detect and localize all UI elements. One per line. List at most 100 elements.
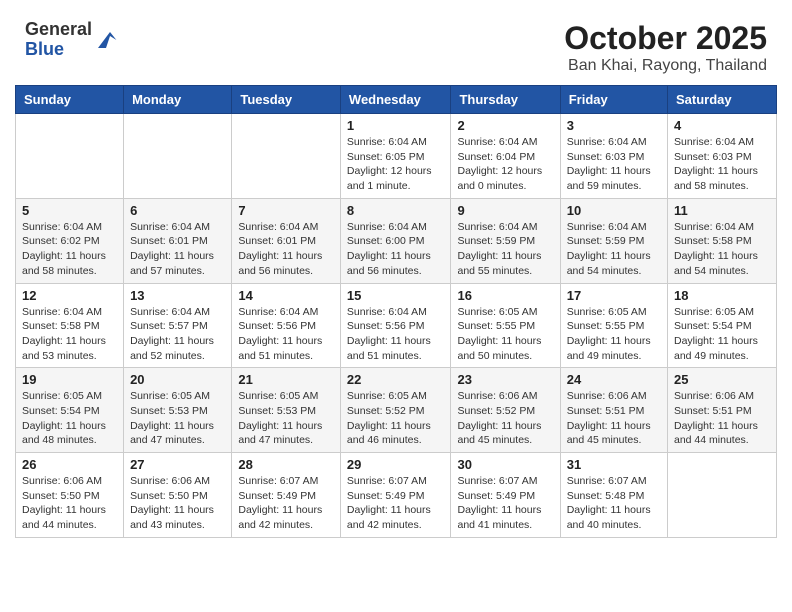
calendar-title: October 2025: [564, 20, 767, 57]
day-info: Sunrise: 6:04 AM Sunset: 5:56 PM Dayligh…: [347, 305, 445, 364]
day-number: 13: [130, 288, 225, 303]
day-info: Sunrise: 6:07 AM Sunset: 5:49 PM Dayligh…: [347, 474, 445, 533]
calendar-week-1: 1Sunrise: 6:04 AM Sunset: 6:05 PM Daylig…: [16, 114, 777, 199]
day-info: Sunrise: 6:05 AM Sunset: 5:53 PM Dayligh…: [238, 389, 334, 448]
day-info: Sunrise: 6:04 AM Sunset: 5:58 PM Dayligh…: [674, 220, 770, 279]
day-info: Sunrise: 6:07 AM Sunset: 5:49 PM Dayligh…: [457, 474, 553, 533]
day-info: Sunrise: 6:04 AM Sunset: 6:04 PM Dayligh…: [457, 135, 553, 194]
day-number: 1: [347, 118, 445, 133]
day-number: 15: [347, 288, 445, 303]
day-info: Sunrise: 6:04 AM Sunset: 5:56 PM Dayligh…: [238, 305, 334, 364]
day-info: Sunrise: 6:05 AM Sunset: 5:55 PM Dayligh…: [567, 305, 661, 364]
calendar-cell: 17 Sunrise: 6:05 AM Sunset: 5:55 PM Dayli…: [560, 283, 667, 368]
calendar-cell: 21Sunrise: 6:05 AM Sunset: 5:53 PM Dayli…: [232, 368, 341, 453]
day-number: 10: [567, 203, 661, 218]
day-info: Sunrise: 6:05 AM Sunset: 5:53 PM Dayligh…: [130, 389, 225, 448]
calendar-cell: 6 Sunrise: 6:04 AM Sunset: 6:01 PM Daylig…: [124, 198, 232, 283]
day-info: Sunrise: 6:04 AM Sunset: 6:00 PM Dayligh…: [347, 220, 445, 279]
weekday-header-monday: Monday: [124, 86, 232, 114]
calendar-cell: 13 Sunrise: 6:04 AM Sunset: 5:57 PM Dayli…: [124, 283, 232, 368]
calendar-week-3: 12 Sunrise: 6:04 AM Sunset: 5:58 PM Dayli…: [16, 283, 777, 368]
calendar-cell: 4Sunrise: 6:04 AM Sunset: 6:03 PM Daylig…: [668, 114, 777, 199]
day-number: 22: [347, 372, 445, 387]
day-number: 16: [457, 288, 553, 303]
calendar-cell: 20 Sunrise: 6:05 AM Sunset: 5:53 PM Dayli…: [124, 368, 232, 453]
day-number: 24: [567, 372, 661, 387]
day-number: 27: [130, 457, 225, 472]
day-info: Sunrise: 6:06 AM Sunset: 5:50 PM Dayligh…: [130, 474, 225, 533]
day-number: 29: [347, 457, 445, 472]
calendar-cell: 27 Sunrise: 6:06 AM Sunset: 5:50 PM Dayli…: [124, 453, 232, 538]
day-number: 9: [457, 203, 553, 218]
day-number: 8: [347, 203, 445, 218]
day-number: 25: [674, 372, 770, 387]
calendar-cell: 29 Sunrise: 6:07 AM Sunset: 5:49 PM Dayli…: [340, 453, 451, 538]
logo-blue: Blue: [25, 40, 92, 60]
day-info: Sunrise: 6:04 AM Sunset: 5:59 PM Dayligh…: [457, 220, 553, 279]
day-number: 7: [238, 203, 334, 218]
weekday-header-friday: Friday: [560, 86, 667, 114]
calendar-week-4: 19 Sunrise: 6:05 AM Sunset: 5:54 PM Dayli…: [16, 368, 777, 453]
day-info: Sunrise: 6:06 AM Sunset: 5:52 PM Dayligh…: [457, 389, 553, 448]
day-number: 18: [674, 288, 770, 303]
calendar-cell: [124, 114, 232, 199]
day-info: Sunrise: 6:04 AM Sunset: 5:57 PM Dayligh…: [130, 305, 225, 364]
day-info: Sunrise: 6:06 AM Sunset: 5:51 PM Dayligh…: [674, 389, 770, 448]
day-info: Sunrise: 6:05 AM Sunset: 5:52 PM Dayligh…: [347, 389, 445, 448]
weekday-header-thursday: Thursday: [451, 86, 560, 114]
weekday-header-sunday: Sunday: [16, 86, 124, 114]
calendar-cell: 1Sunrise: 6:04 AM Sunset: 6:05 PM Daylig…: [340, 114, 451, 199]
day-info: Sunrise: 6:05 AM Sunset: 5:54 PM Dayligh…: [674, 305, 770, 364]
logo-general: General: [25, 20, 92, 40]
calendar-cell: 7 Sunrise: 6:04 AM Sunset: 6:01 PM Daylig…: [232, 198, 341, 283]
day-number: 26: [22, 457, 117, 472]
day-number: 23: [457, 372, 553, 387]
day-number: 30: [457, 457, 553, 472]
day-number: 3: [567, 118, 661, 133]
calendar-cell: 25 Sunrise: 6:06 AM Sunset: 5:51 PM Dayli…: [668, 368, 777, 453]
day-number: 2: [457, 118, 553, 133]
logo: General Blue: [25, 20, 118, 60]
day-info: Sunrise: 6:04 AM Sunset: 5:59 PM Dayligh…: [567, 220, 661, 279]
calendar-cell: 11 Sunrise: 6:04 AM Sunset: 5:58 PM Dayli…: [668, 198, 777, 283]
day-info: Sunrise: 6:04 AM Sunset: 6:01 PM Dayligh…: [238, 220, 334, 279]
calendar-cell: 16 Sunrise: 6:05 AM Sunset: 5:55 PM Dayli…: [451, 283, 560, 368]
day-number: 19: [22, 372, 117, 387]
weekday-header-wednesday: Wednesday: [340, 86, 451, 114]
calendar-cell: 18 Sunrise: 6:05 AM Sunset: 5:54 PM Dayli…: [668, 283, 777, 368]
calendar-cell: [668, 453, 777, 538]
day-number: 14: [238, 288, 334, 303]
day-info: Sunrise: 6:06 AM Sunset: 5:50 PM Dayligh…: [22, 474, 117, 533]
day-number: 17: [567, 288, 661, 303]
day-info: Sunrise: 6:04 AM Sunset: 6:01 PM Dayligh…: [130, 220, 225, 279]
day-number: 11: [674, 203, 770, 218]
day-info: Sunrise: 6:04 AM Sunset: 6:03 PM Dayligh…: [567, 135, 661, 194]
calendar-cell: 9 Sunrise: 6:04 AM Sunset: 5:59 PM Daylig…: [451, 198, 560, 283]
calendar-week-5: 26 Sunrise: 6:06 AM Sunset: 5:50 PM Dayli…: [16, 453, 777, 538]
day-number: 4: [674, 118, 770, 133]
calendar-cell: 31 Sunrise: 6:07 AM Sunset: 5:48 PM Dayli…: [560, 453, 667, 538]
calendar-cell: [16, 114, 124, 199]
calendar-cell: 15 Sunrise: 6:04 AM Sunset: 5:56 PM Dayli…: [340, 283, 451, 368]
calendar-cell: 12 Sunrise: 6:04 AM Sunset: 5:58 PM Dayli…: [16, 283, 124, 368]
day-number: 5: [22, 203, 117, 218]
day-info: Sunrise: 6:07 AM Sunset: 5:48 PM Dayligh…: [567, 474, 661, 533]
day-number: 6: [130, 203, 225, 218]
day-number: 20: [130, 372, 225, 387]
page-header: General Blue October 2025 Ban Khai, Rayo…: [10, 10, 782, 80]
day-info: Sunrise: 6:05 AM Sunset: 5:54 PM Dayligh…: [22, 389, 117, 448]
day-number: 12: [22, 288, 117, 303]
calendar-cell: 5Sunrise: 6:04 AM Sunset: 6:02 PM Daylig…: [16, 198, 124, 283]
calendar-table: SundayMondayTuesdayWednesdayThursdayFrid…: [15, 85, 777, 538]
day-number: 31: [567, 457, 661, 472]
calendar-cell: 3 Sunrise: 6:04 AM Sunset: 6:03 PM Daylig…: [560, 114, 667, 199]
logo-icon: [94, 28, 118, 52]
weekday-header-saturday: Saturday: [668, 86, 777, 114]
weekday-header-tuesday: Tuesday: [232, 86, 341, 114]
calendar-cell: 8 Sunrise: 6:04 AM Sunset: 6:00 PM Daylig…: [340, 198, 451, 283]
calendar-cell: 19 Sunrise: 6:05 AM Sunset: 5:54 PM Dayli…: [16, 368, 124, 453]
day-info: Sunrise: 6:05 AM Sunset: 5:55 PM Dayligh…: [457, 305, 553, 364]
day-info: Sunrise: 6:04 AM Sunset: 5:58 PM Dayligh…: [22, 305, 117, 364]
calendar-cell: 24Sunrise: 6:06 AM Sunset: 5:51 PM Dayli…: [560, 368, 667, 453]
calendar-cell: 10 Sunrise: 6:04 AM Sunset: 5:59 PM Dayli…: [560, 198, 667, 283]
